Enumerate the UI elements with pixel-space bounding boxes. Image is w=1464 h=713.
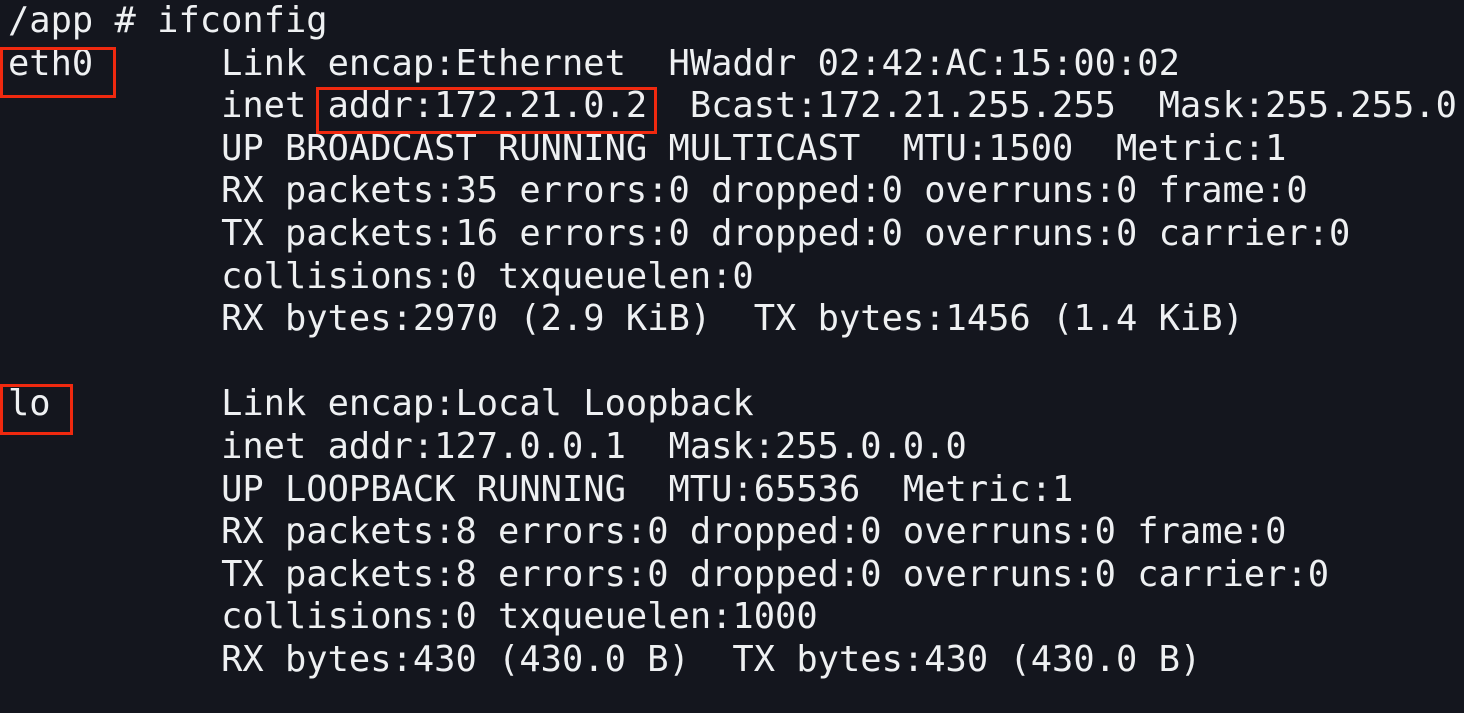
output-line: eth0 Link encap:Ethernet HWaddr 02:42:AC… [8,42,1180,84]
command-line: /app # ifconfig [8,0,328,41]
output-line: UP BROADCAST RUNNING MULTICAST MTU:1500 … [8,127,1287,169]
terminal-output[interactable]: /app # ifconfig eth0 Link encap:Ethernet … [8,0,1464,682]
output-line: RX bytes:2970 (2.9 KiB) TX bytes:1456 (1… [8,298,1244,340]
output-line: collisions:0 txqueuelen:0 [8,255,754,297]
output-line: RX bytes:430 (430.0 B) TX bytes:430 (430… [8,638,1202,680]
output-line: RX packets:8 errors:0 dropped:0 overruns… [8,511,1287,553]
output-line: collisions:0 txqueuelen:1000 [8,596,818,638]
output-line: inet addr:172.21.0.2 Bcast:172.21.255.25… [8,85,1464,127]
highlight-box-eth0 [0,47,116,98]
highlight-box-eth0-addr [316,87,657,134]
output-line: inet addr:127.0.0.1 Mask:255.0.0.0 [8,425,967,467]
output-line: TX packets:8 errors:0 dropped:0 overruns… [8,553,1330,595]
output-line: UP LOOPBACK RUNNING MTU:65536 Metric:1 [8,468,1074,510]
output-line: RX packets:35 errors:0 dropped:0 overrun… [8,170,1308,212]
output-line: TX packets:16 errors:0 dropped:0 overrun… [8,212,1351,254]
highlight-box-lo [0,384,73,435]
output-line: lo Link encap:Local Loopback [8,383,754,425]
